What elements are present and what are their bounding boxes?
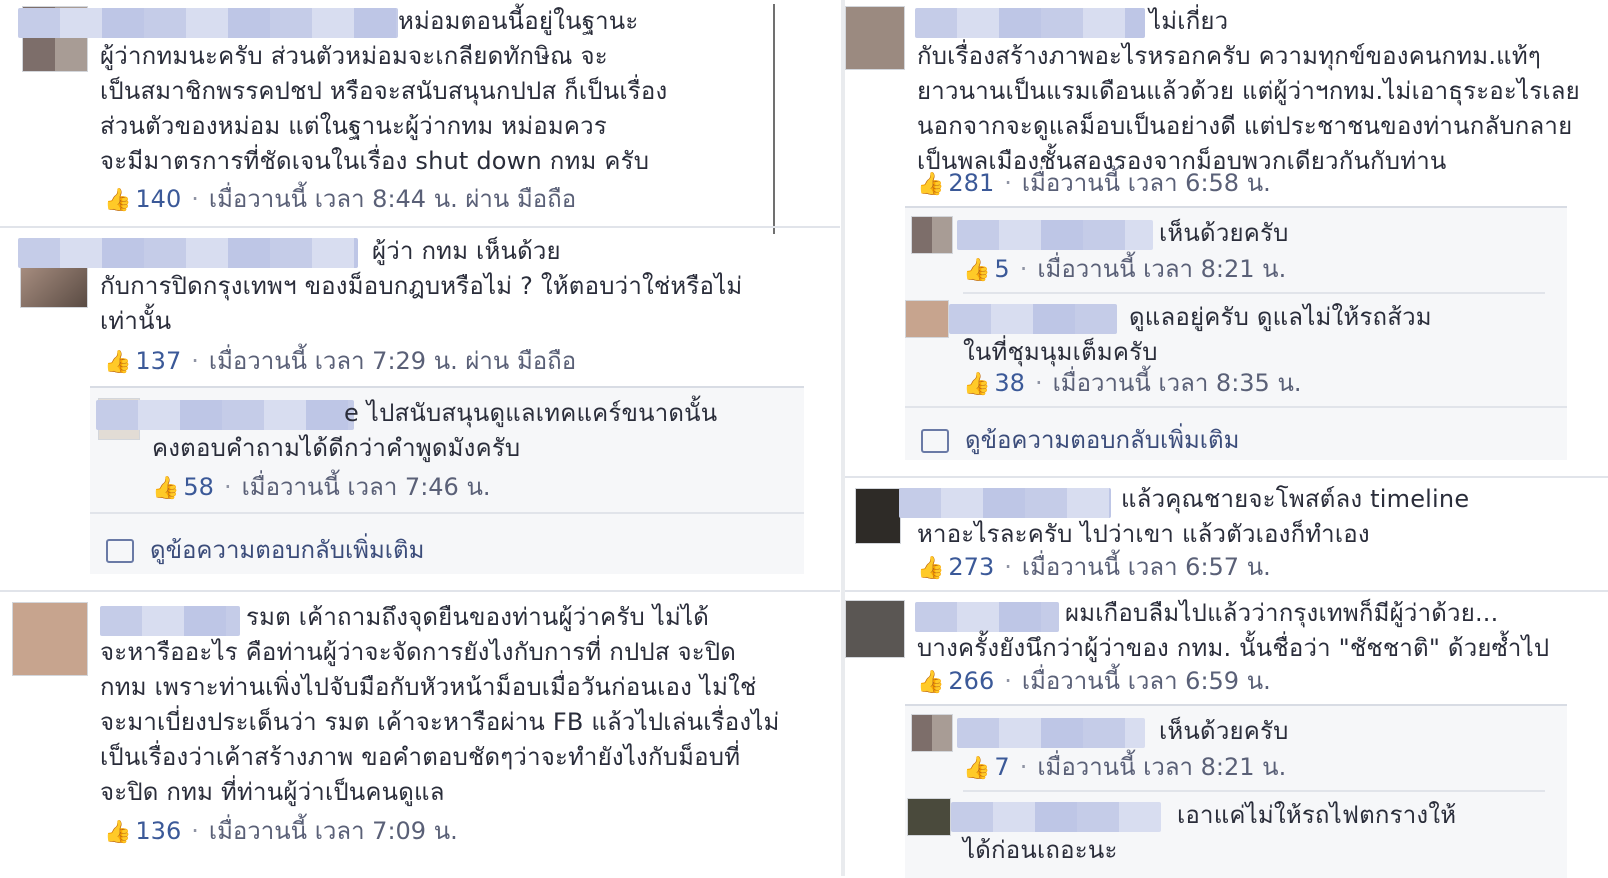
comment-meta: 👍 273 · เมื่อวานนี้ เวลา 6:57 น.	[917, 553, 1271, 581]
timestamp[interactable]: เมื่อวานนี้ เวลา 8:21 น.	[1037, 753, 1286, 781]
reply-thread: เห็นด้วยครับ 👍 5 · เมื่อวานนี้ เวลา 8:21 น.…	[905, 206, 1567, 460]
reply-text: เห็นด้วยครับ	[1159, 717, 1289, 745]
like-icon[interactable]: 👍	[152, 476, 179, 501]
like-count[interactable]: 137	[135, 347, 181, 375]
like-icon[interactable]: 👍	[963, 756, 990, 781]
reply-thread: e ไปสนับสนุนดูแลเทคแคร์ขนาดนั้น คงตอบคำถ…	[90, 386, 804, 574]
like-icon[interactable]: 👍	[917, 670, 944, 695]
like-count[interactable]: 38	[994, 369, 1025, 397]
like-count[interactable]: 5	[994, 255, 1009, 283]
reply-thread: เห็นด้วยครับ 👍 7 · เมื่อวานนี้ เวลา 8:21 น.…	[905, 704, 1567, 878]
like-count[interactable]: 266	[948, 667, 994, 695]
comment: หม่อมตอนนี้อยู่ในฐานะ ผู้ว่ากทมนะครับ ส่…	[0, 0, 840, 234]
separator	[905, 406, 1567, 408]
like-icon[interactable]: 👍	[917, 172, 944, 197]
separator	[963, 790, 1545, 792]
timestamp[interactable]: เมื่อวานนี้ เวลา 7:46 น.	[242, 473, 491, 501]
timestamp[interactable]: เมื่อวานนี้ เวลา 6:57 น.	[1022, 553, 1271, 581]
comment-meta: 👍 137 · เมื่อวานนี้ เวลา 7:29 น. ผ่าน มือถื…	[104, 347, 577, 375]
comment-text: รมต เค้าถามถึงจุดยืนของท่านผู้ว่าครับ ไม…	[100, 603, 780, 806]
comment-text: ผู้ว่า กทม เห็นด้วย กับการปิดกรุงเทพฯ ขอ…	[100, 237, 743, 335]
like-icon[interactable]: 👍	[917, 556, 944, 581]
timestamp[interactable]: เมื่อวานนี้ เวลา 7:29 น. ผ่าน มือถือ	[209, 347, 576, 375]
separator	[845, 476, 1608, 478]
comment-text: หม่อมตอนนี้อยู่ในฐานะ ผู้ว่ากทมนะครับ ส่…	[100, 7, 668, 175]
comment: รมต เค้าถามถึงจุดยืนของท่านผู้ว่าครับ ไม…	[0, 596, 840, 876]
avatar[interactable]	[911, 216, 953, 254]
separator	[0, 590, 840, 592]
comment-meta: 👍 266 · เมื่อวานนี้ เวลา 6:59 น.	[917, 667, 1271, 695]
separator	[845, 590, 1608, 592]
like-count[interactable]: 281	[948, 169, 994, 197]
left-comment-column: หม่อมตอนนี้อยู่ในฐานะ ผู้ว่ากทมนะครับ ส่…	[0, 0, 840, 876]
avatar[interactable]	[905, 300, 949, 338]
like-icon[interactable]: 👍	[104, 820, 131, 845]
comment-text: แล้วคุณชายจะโพสต์ลง timeline หาอะไรละครั…	[917, 485, 1470, 548]
timestamp[interactable]: เมื่อวานนี้ เวลา 6:59 น.	[1022, 667, 1271, 695]
avatar[interactable]	[845, 6, 905, 70]
reply-text: เอาแค่ไม่ให้รถไฟตกรางให้ ได้ก่อนเถอะนะ	[963, 801, 1457, 864]
timestamp[interactable]: เมื่อวานนี้ เวลา 8:44 น. ผ่าน มือถือ	[209, 185, 576, 213]
like-icon[interactable]: 👍	[104, 188, 131, 213]
like-icon[interactable]: 👍	[963, 372, 990, 397]
avatar[interactable]	[855, 488, 901, 544]
timestamp[interactable]: เมื่อวานนี้ เวลา 6:58 น.	[1022, 169, 1271, 197]
reply-meta: 👍 58 · เมื่อวานนี้ เวลา 7:46 น.	[152, 473, 491, 501]
timestamp[interactable]: เมื่อวานนี้ เวลา 8:21 น.	[1037, 255, 1286, 283]
view-more-replies-link[interactable]: ดูข้อความตอบกลับเพิ่มเติม	[921, 420, 1239, 459]
reply-meta: 👍 38 · เมื่อวานนี้ เวลา 8:35 น.	[963, 369, 1302, 397]
like-count[interactable]: 7	[994, 753, 1009, 781]
comment-meta: 👍 281 · เมื่อวานนี้ เวลา 6:58 น.	[917, 169, 1271, 197]
like-count[interactable]: 58	[183, 473, 214, 501]
separator	[90, 512, 804, 514]
comment-text: ไม่เกี่ยว กับเรื่องสร้างภาพอะไรหรอกครับ …	[917, 7, 1580, 175]
comment: ผู้ว่า กทม เห็นด้วย กับการปิดกรุงเทพฯ ขอ…	[0, 230, 840, 590]
scroll-divider	[773, 4, 775, 234]
avatar[interactable]	[911, 714, 953, 752]
reply-text: e ไปสนับสนุนดูแลเทคแคร์ขนาดนั้น คงตอบคำถ…	[152, 399, 718, 462]
comment: แล้วคุณชายจะโพสต์ลง timeline หาอะไรละครั…	[845, 482, 1608, 590]
like-count[interactable]: 136	[135, 817, 181, 845]
comment-meta: 👍 136 · เมื่อวานนี้ เวลา 7:09 น.	[104, 817, 458, 845]
reply-meta: 👍 5 · เมื่อวานนี้ เวลา 8:21 น.	[963, 255, 1287, 283]
comment: ไม่เกี่ยว กับเรื่องสร้างภาพอะไรหรอกครับ …	[845, 0, 1608, 470]
speech-bubble-icon	[921, 429, 949, 453]
speech-bubble-icon	[106, 539, 134, 563]
separator	[0, 226, 840, 228]
like-icon[interactable]: 👍	[963, 258, 990, 283]
avatar[interactable]	[907, 798, 951, 836]
avatar[interactable]	[12, 602, 88, 676]
like-icon[interactable]: 👍	[104, 350, 131, 375]
right-comment-column: ไม่เกี่ยว กับเรื่องสร้างภาพอะไรหรอกครับ …	[845, 0, 1608, 878]
comment-text: ผมเกือบลืมไปแล้วว่ากรุงเทพก็มีผู้ว่าด้วย…	[917, 599, 1550, 662]
separator	[963, 292, 1545, 294]
like-count[interactable]: 140	[135, 185, 181, 213]
reply-meta: 👍 7 · เมื่อวานนี้ เวลา 8:21 น.	[963, 753, 1287, 781]
reply-text: เห็นด้วยครับ	[1159, 219, 1289, 247]
comment-meta: 👍 140 · เมื่อวานนี้ เวลา 8:44 น. ผ่าน มือถื…	[104, 185, 577, 213]
view-more-replies-link[interactable]: ดูข้อความตอบกลับเพิ่มเติม	[106, 530, 424, 569]
timestamp[interactable]: เมื่อวานนี้ เวลา 7:09 น.	[209, 817, 458, 845]
like-count[interactable]: 273	[948, 553, 994, 581]
reply-text: ดูแลอยู่ครับ ดูแลไม่ให้รถส้วม ในที่ชุมนุ…	[963, 303, 1432, 366]
avatar[interactable]	[845, 600, 905, 658]
comment: ผมเกือบลืมไปแล้วว่ากรุงเทพก็มีผู้ว่าด้วย…	[845, 596, 1608, 878]
timestamp[interactable]: เมื่อวานนี้ เวลา 8:35 น.	[1053, 369, 1302, 397]
